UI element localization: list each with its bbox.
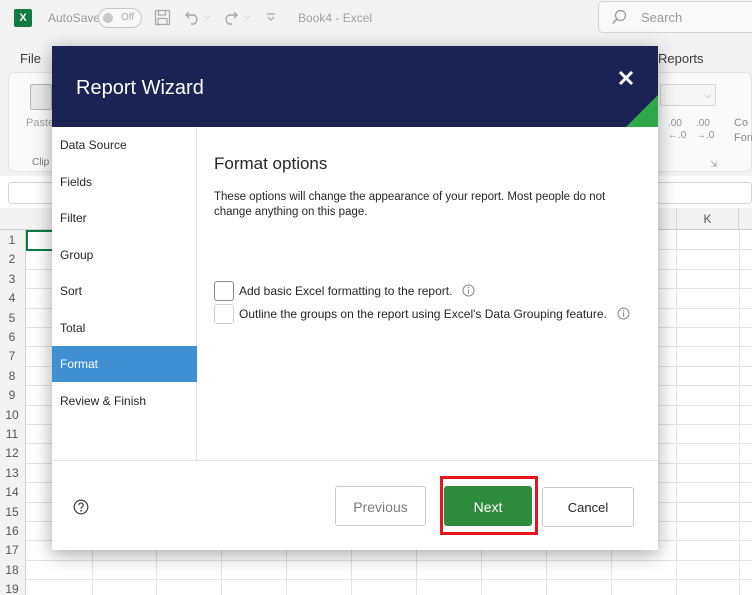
row-number[interactable]: 6 xyxy=(0,330,24,344)
row-number[interactable]: 16 xyxy=(0,524,24,538)
excel-logo-icon: X xyxy=(14,9,32,27)
row-number[interactable]: 14 xyxy=(0,485,24,499)
search-icon xyxy=(611,9,627,30)
row-number[interactable]: 13 xyxy=(0,466,24,480)
row-number[interactable]: 12 xyxy=(0,446,24,460)
paste-label[interactable]: Paste xyxy=(26,117,54,129)
wizard-content: Format options These options will change… xyxy=(198,127,658,460)
row-number[interactable]: 2 xyxy=(0,252,24,266)
outline-groups-checkbox[interactable] xyxy=(214,304,234,324)
row-number[interactable]: 1 xyxy=(0,233,24,247)
row-number[interactable]: 19 xyxy=(0,582,24,595)
nav-item-data-source[interactable]: Data Source xyxy=(52,127,197,163)
paste-icon[interactable] xyxy=(30,84,52,110)
nav-item-total[interactable]: Total xyxy=(52,310,197,346)
header-accent-triangle xyxy=(626,95,658,127)
content-title: Format options xyxy=(214,154,328,173)
conditional-formatting-button[interactable]: Co Forr xyxy=(734,116,752,146)
nav-item-filter[interactable]: Filter xyxy=(52,200,197,236)
decrease-decimal-arrow: →.0 xyxy=(696,130,715,141)
number-format-dropdown[interactable]: ⌵ xyxy=(660,84,716,106)
nav-item-sort[interactable]: Sort xyxy=(52,273,197,309)
previous-button[interactable]: Previous xyxy=(335,486,426,526)
nav-item-fields[interactable]: Fields xyxy=(52,164,197,200)
next-button[interactable]: Next xyxy=(444,486,532,526)
autosave-label: AutoSave xyxy=(48,11,101,25)
decrease-decimal-button[interactable]: .00 xyxy=(696,118,710,129)
clipboard-group-label: Clip xyxy=(32,157,50,168)
basic-formatting-label[interactable]: Add basic Excel formatting to the report… xyxy=(239,284,452,298)
save-icon[interactable] xyxy=(154,9,171,31)
row-number[interactable]: 8 xyxy=(0,369,24,383)
help-icon[interactable] xyxy=(73,499,89,520)
nav-item-format[interactable]: Format xyxy=(52,346,197,382)
row-number[interactable]: 7 xyxy=(0,349,24,363)
info-icon[interactable] xyxy=(462,284,475,302)
row-gridline xyxy=(26,559,752,561)
report-wizard-dialog: Report Wizard Data Source Fields Filter Gro… xyxy=(52,46,658,550)
increase-decimal-button[interactable]: .00 xyxy=(668,118,682,129)
search-box[interactable]: Search xyxy=(598,1,752,33)
column-gridline xyxy=(739,230,740,595)
conditional-formatting-line1: Co xyxy=(734,117,749,129)
row-header-bar: 1 2 3 4 5 6 7 8 9 10 11 12 13 14 15 16 17 18 19 xyxy=(0,230,26,595)
cancel-button[interactable]: Cancel xyxy=(542,487,634,527)
row-number[interactable]: 4 xyxy=(0,291,24,305)
column-header-k[interactable]: K xyxy=(676,208,739,230)
row-number[interactable]: 3 xyxy=(0,272,24,286)
undo-dropdown-icon[interactable]: ⌵ xyxy=(204,11,211,22)
chevron-down-icon: ⌵ xyxy=(704,90,711,100)
toggle-knob xyxy=(103,13,113,23)
number-group-launcher-icon[interactable]: ⇲ xyxy=(710,159,718,170)
basic-formatting-checkbox[interactable] xyxy=(214,281,234,301)
nav-item-review-finish[interactable]: Review & Finish xyxy=(52,383,197,419)
info-icon[interactable] xyxy=(617,307,630,325)
customize-toolbar-icon[interactable] xyxy=(266,9,276,27)
redo-dropdown-icon[interactable]: ⌵ xyxy=(244,11,251,22)
content-description: These options will change the appearance… xyxy=(214,191,606,218)
search-placeholder: Search xyxy=(641,10,683,25)
dialog-title: Report Wizard xyxy=(76,77,204,99)
row-gridline xyxy=(26,579,752,581)
column-gridline xyxy=(676,230,677,595)
autosave-toggle[interactable]: Off xyxy=(98,8,142,28)
increase-decimal-arrow: ←.0 xyxy=(668,130,687,141)
close-icon[interactable] xyxy=(616,68,636,88)
excel-title-bar: X AutoSave Off ⌵ ⌵ Book4 - Excel Search xyxy=(0,0,752,38)
outline-groups-label[interactable]: Outline the groups on the report using E… xyxy=(239,307,607,321)
row-number[interactable]: 15 xyxy=(0,505,24,519)
row-number[interactable]: 9 xyxy=(0,388,24,402)
autosave-state: Off xyxy=(121,12,135,23)
row-number[interactable]: 17 xyxy=(0,543,24,557)
dialog-footer: Previous Next Cancel xyxy=(52,460,658,550)
undo-icon[interactable] xyxy=(184,9,201,30)
dialog-header: Report Wizard xyxy=(52,46,658,127)
nav-item-group[interactable]: Group xyxy=(52,237,197,273)
tab-reports[interactable]: Reports xyxy=(658,51,704,66)
row-number[interactable]: 18 xyxy=(0,563,24,577)
wizard-step-nav: Data Source Fields Filter Group Sort Total For… xyxy=(52,127,197,460)
document-title: Book4 - Excel xyxy=(298,11,373,25)
row-number[interactable]: 11 xyxy=(0,427,24,441)
row-number[interactable]: 5 xyxy=(0,311,24,325)
tab-file[interactable]: File xyxy=(20,51,41,66)
redo-icon[interactable] xyxy=(222,9,239,30)
row-number[interactable]: 10 xyxy=(0,408,24,422)
conditional-formatting-line2: Forr xyxy=(734,132,752,144)
